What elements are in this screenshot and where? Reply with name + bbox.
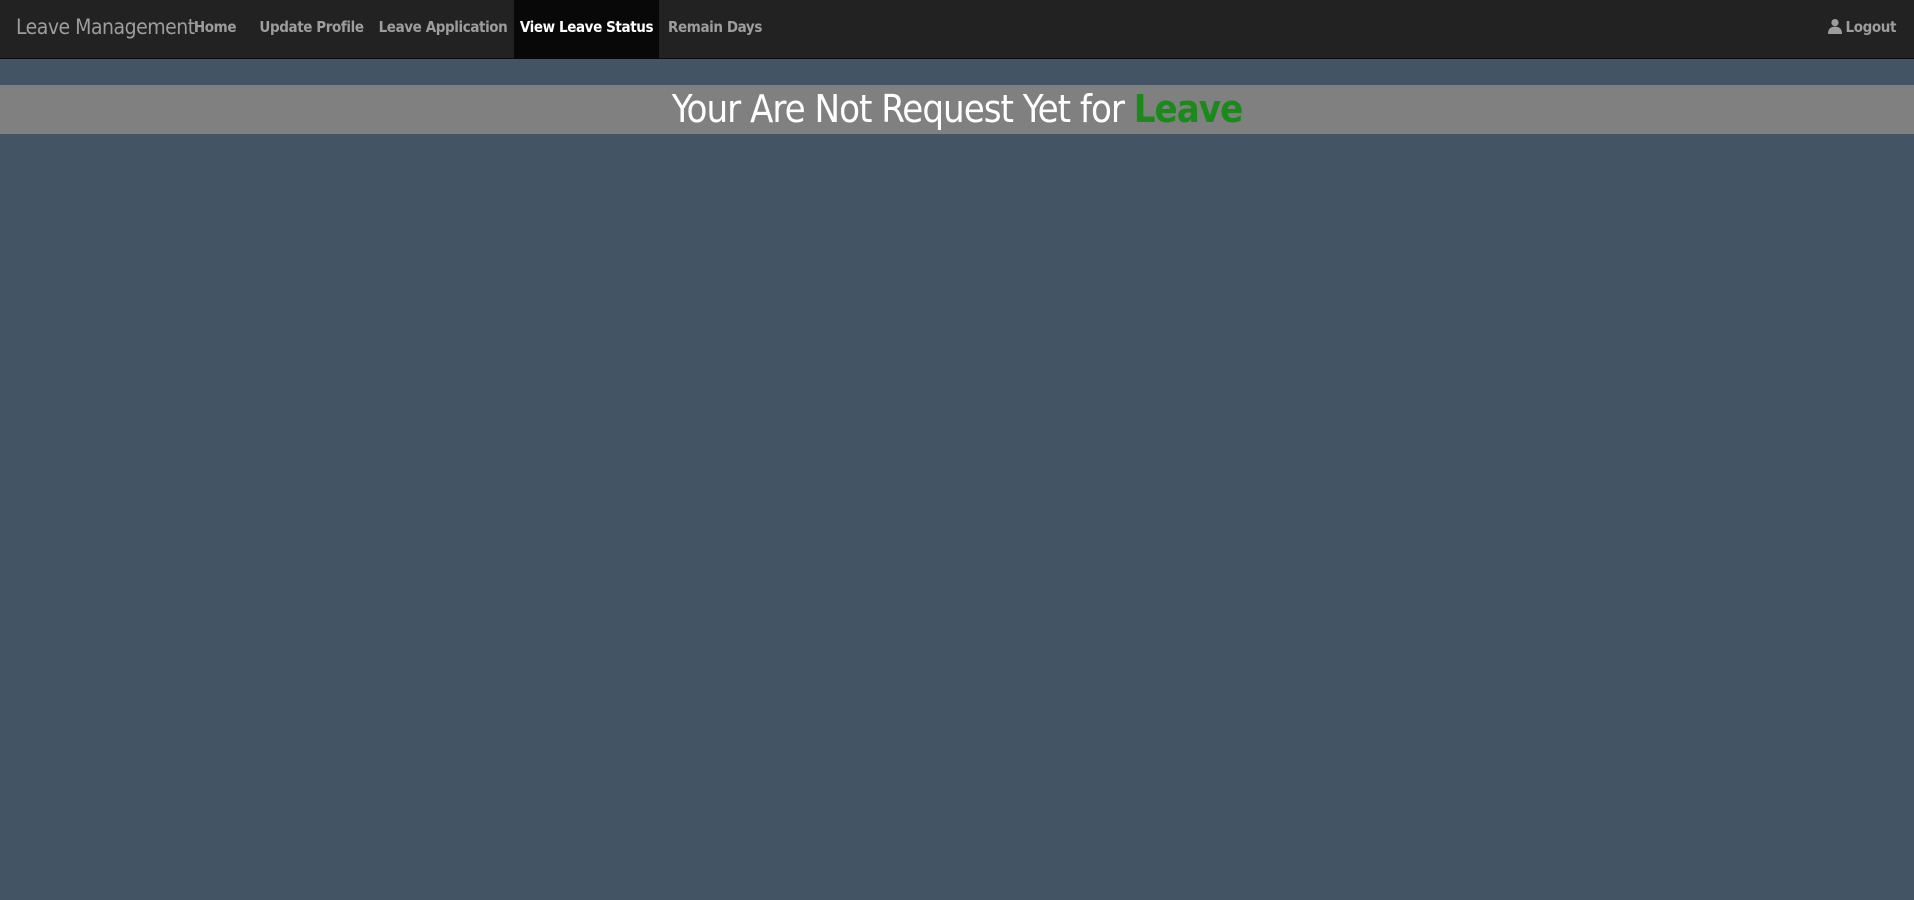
status-message-text: Your Are Not Request Yet for — [671, 87, 1125, 131]
logout-label: Logout — [1845, 18, 1897, 36]
nav-item-remain-days[interactable]: Remain Days — [664, 0, 766, 59]
user-icon — [1827, 19, 1842, 34]
status-message-banner: Your Are Not Request Yet for Leave — [0, 85, 1914, 134]
nav-item-update-profile[interactable]: Update Profile — [255, 0, 368, 59]
logout-link[interactable]: Logout — [1827, 0, 1896, 54]
nav-item-leave-application[interactable]: Leave Application — [373, 0, 513, 59]
nav-item-view-leave-status[interactable]: View Leave Status — [514, 0, 659, 59]
brand-link[interactable]: Leave Management — [16, 0, 195, 54]
status-message-highlight: Leave — [1133, 87, 1244, 131]
nav-item-home[interactable]: Home — [180, 0, 250, 59]
navbar: Leave Management Home Update Profile Lea… — [0, 0, 1914, 59]
